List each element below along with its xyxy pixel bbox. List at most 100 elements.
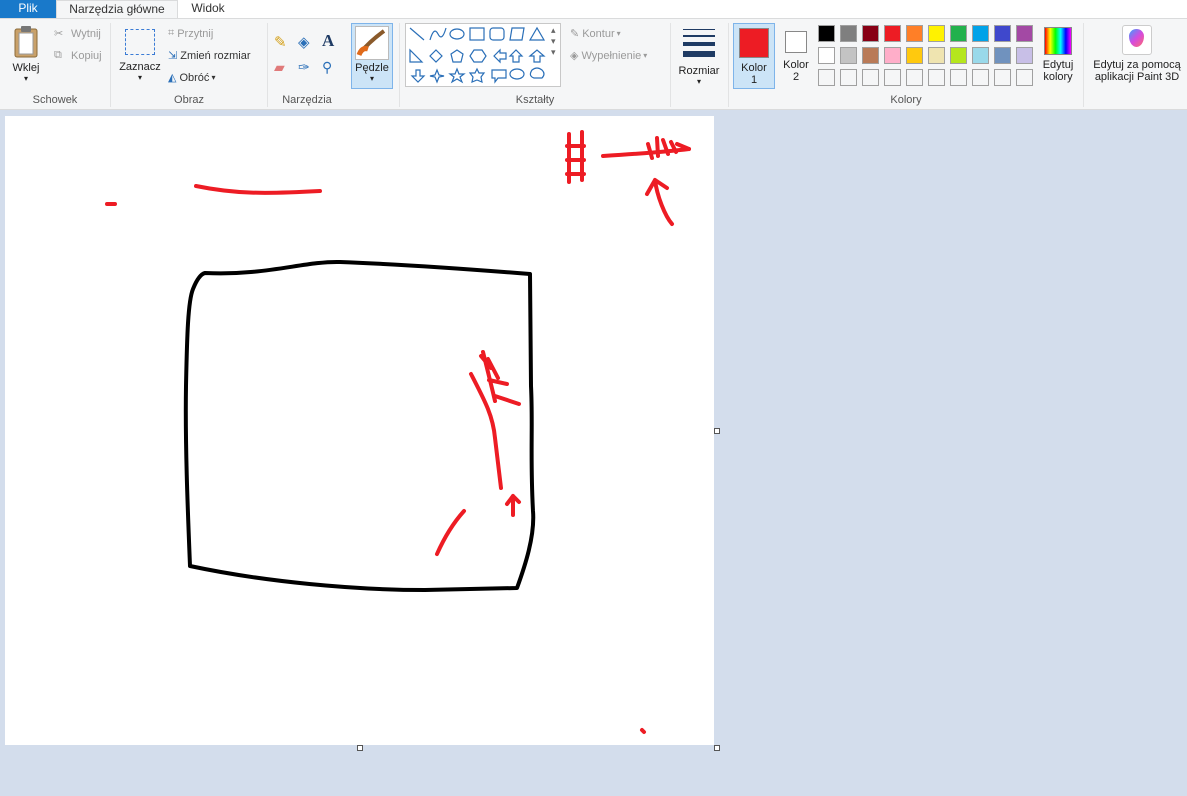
palette-swatch[interactable] [994, 25, 1011, 42]
tab-home[interactable]: Narzędzia główne [56, 0, 178, 19]
separator [399, 23, 400, 107]
edit-colors-line1: Edytuj [1042, 59, 1074, 71]
palette-swatch[interactable] [906, 69, 923, 86]
crop-button[interactable]: ⌗ Przytnij [168, 27, 213, 40]
brushes-button[interactable]: Pędzle ▾ [351, 23, 393, 89]
separator [110, 23, 111, 107]
text-icon[interactable]: A [322, 31, 340, 50]
palette-swatch[interactable] [994, 47, 1011, 64]
paint3d-line2: aplikacji Paint 3D [1094, 71, 1180, 83]
palette-swatch[interactable] [884, 47, 901, 64]
color1-number: 1 [750, 74, 758, 86]
color-picker-icon[interactable]: ✑ [298, 59, 316, 77]
chevron-down-icon: ▾ [696, 77, 701, 86]
fill-button[interactable]: ◈ Wypełnienie ▾ [570, 49, 648, 63]
eraser-icon[interactable]: ▰ [274, 59, 292, 77]
palette-swatch[interactable] [1016, 47, 1033, 64]
tab-file[interactable]: Plik [0, 0, 56, 18]
palette-swatch[interactable] [928, 25, 945, 42]
magnifier-icon[interactable]: ⚲ [322, 59, 340, 77]
palette-swatch[interactable] [972, 69, 989, 86]
palette-swatch[interactable] [818, 47, 835, 64]
edit-paint3d-button[interactable]: Edytuj za pomocą aplikacji Paint 3D [1088, 25, 1186, 83]
palette-swatch[interactable] [950, 47, 967, 64]
resize-handle-corner[interactable] [714, 745, 720, 751]
image-group-label: Obraz [174, 94, 204, 106]
rotate-button[interactable]: ◭ Obróć ▾ [168, 71, 215, 85]
pencil-icon[interactable]: ✎ [274, 33, 292, 51]
palette-swatch[interactable] [862, 69, 879, 86]
color1-swatch [739, 28, 769, 58]
tab-view[interactable]: Widok [176, 0, 240, 18]
resize-label: Zmień rozmiar [180, 49, 251, 62]
palette-swatch[interactable] [862, 25, 879, 42]
colors-group-label: Kolory [890, 94, 922, 106]
select-button[interactable]: Zaznacz ▾ [118, 27, 162, 82]
palette-swatch[interactable] [840, 69, 857, 86]
palette-swatch[interactable] [972, 25, 989, 42]
palette-swatch[interactable] [928, 47, 945, 64]
select-label: Zaznacz [119, 61, 161, 73]
color2-button[interactable]: Kolor 2 [777, 23, 815, 89]
resize-handle-right[interactable] [714, 428, 720, 434]
palette-swatch[interactable] [928, 69, 945, 86]
copy-button[interactable]: ⧉ Kopiuj [54, 49, 102, 62]
palette-swatch[interactable] [884, 69, 901, 86]
palette-swatch[interactable] [950, 69, 967, 86]
shapes-gallery[interactable] [405, 23, 561, 87]
chevron-down-icon: ▾ [369, 74, 374, 83]
drawing-canvas[interactable] [5, 116, 714, 745]
chevron-down-icon: ▾ [616, 29, 621, 38]
color2-number: 2 [792, 71, 800, 83]
color2-swatch [785, 31, 807, 53]
copy-label: Kopiuj [71, 49, 102, 62]
rotate-icon: ◭ [168, 72, 177, 84]
ribbon-tabs: Plik Narzędzia główne Widok [0, 0, 1187, 19]
palette-swatch[interactable] [840, 47, 857, 64]
paste-label: Wklej [12, 62, 40, 74]
color-palette [818, 25, 1038, 91]
color1-label: Kolor [741, 62, 767, 74]
palette-swatch[interactable] [950, 25, 967, 42]
brush-icon [355, 26, 389, 60]
fill-label: Wypełnienie [581, 49, 642, 62]
color-spectrum-icon [1044, 27, 1072, 55]
outline-button[interactable]: ✎ Kontur ▾ [570, 27, 621, 41]
edit-colors-line2: kolory [1043, 71, 1073, 83]
crop-icon: ⌗ [168, 27, 175, 39]
color2-label: Kolor [783, 59, 809, 71]
chevron-down-icon: ▾ [643, 51, 648, 60]
chevron-down-icon: ▾ [137, 73, 142, 82]
chevron-down-icon: ▾ [23, 74, 28, 83]
palette-swatch[interactable] [1016, 25, 1033, 42]
resize-handle-bottom[interactable] [357, 745, 363, 751]
palette-swatch[interactable] [1016, 69, 1033, 86]
palette-swatch[interactable] [862, 47, 879, 64]
paste-button[interactable]: Wklej ▾ [6, 25, 46, 83]
palette-swatch[interactable] [818, 25, 835, 42]
paint3d-icon [1122, 25, 1152, 55]
palette-swatch[interactable] [906, 25, 923, 42]
palette-swatch[interactable] [994, 69, 1011, 86]
palette-swatch[interactable] [972, 47, 989, 64]
clipboard-group-label: Schowek [32, 94, 78, 106]
fill-icon: ◈ [570, 50, 579, 62]
shapes-scroll[interactable]: ▴ ▾ ▾ [551, 25, 561, 58]
cut-button[interactable]: ✂ Wytnij [54, 27, 101, 41]
rotate-label: Obróć [179, 71, 210, 84]
drawing [105, 130, 691, 734]
palette-swatch[interactable] [906, 47, 923, 64]
fill-bucket-icon[interactable]: ◈ [298, 33, 316, 51]
palette-swatch[interactable] [818, 69, 835, 86]
color1-button[interactable]: Kolor 1 [733, 23, 775, 89]
resize-button[interactable]: ⇲ Zmień rozmiar [168, 49, 251, 63]
cut-label: Wytnij [71, 27, 101, 40]
crop-label: Przytnij [177, 27, 214, 40]
palette-swatch[interactable] [840, 25, 857, 42]
separator [728, 23, 729, 107]
palette-swatch[interactable] [884, 25, 901, 42]
size-button[interactable]: Rozmiar ▾ [676, 25, 722, 86]
copy-icon: ⧉ [54, 49, 62, 61]
edit-colors-button[interactable]: Edytuj kolory [1038, 25, 1078, 83]
outline-label: Kontur [582, 27, 615, 40]
